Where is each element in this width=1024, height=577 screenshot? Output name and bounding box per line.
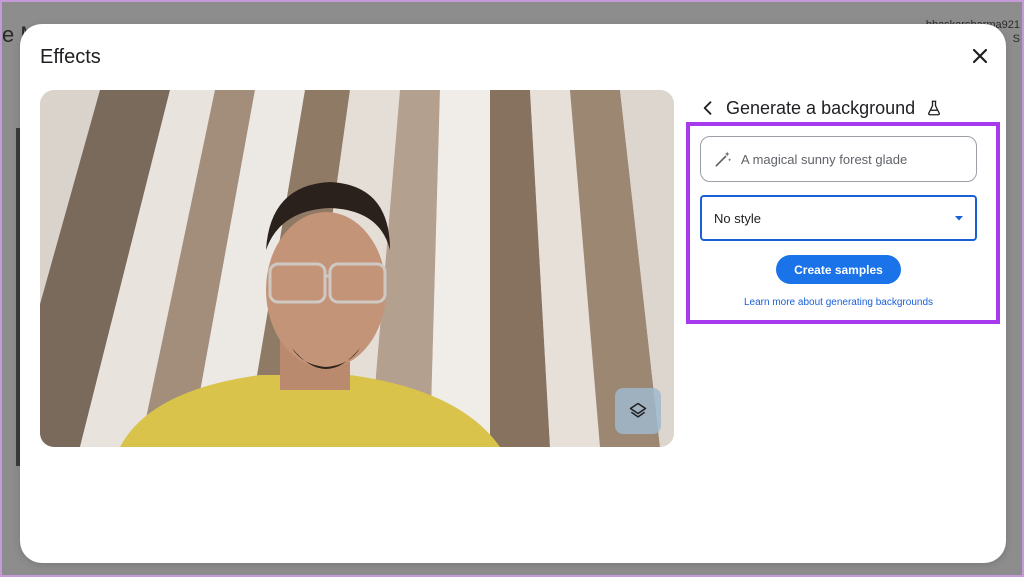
panel-header: Generate a background [698, 96, 943, 120]
magic-wand-icon [715, 151, 732, 167]
effects-dialog: Effects Generate a background A magical … [20, 24, 1006, 563]
close-button[interactable] [968, 44, 992, 68]
prompt-text: A magical sunny forest glade [741, 151, 908, 167]
panel-title: Generate a background [726, 97, 916, 118]
style-value: No style [714, 210, 761, 226]
flask-icon [928, 100, 941, 116]
learn-more-link[interactable]: Learn more about generating backgrounds [710, 297, 967, 308]
chevron-left-icon[interactable] [698, 98, 718, 118]
dialog-title: Effects [40, 46, 101, 68]
prompt-input[interactable]: A magical sunny forest glade [700, 136, 977, 182]
layers-icon [629, 402, 647, 418]
style-dropdown[interactable]: No style [700, 195, 977, 241]
camera-image [40, 90, 674, 447]
camera-preview [40, 90, 674, 447]
close-icon [972, 48, 988, 64]
caret-down-icon [955, 216, 963, 221]
layers-button[interactable] [615, 388, 661, 434]
create-samples-button[interactable]: Create samples [776, 255, 901, 284]
